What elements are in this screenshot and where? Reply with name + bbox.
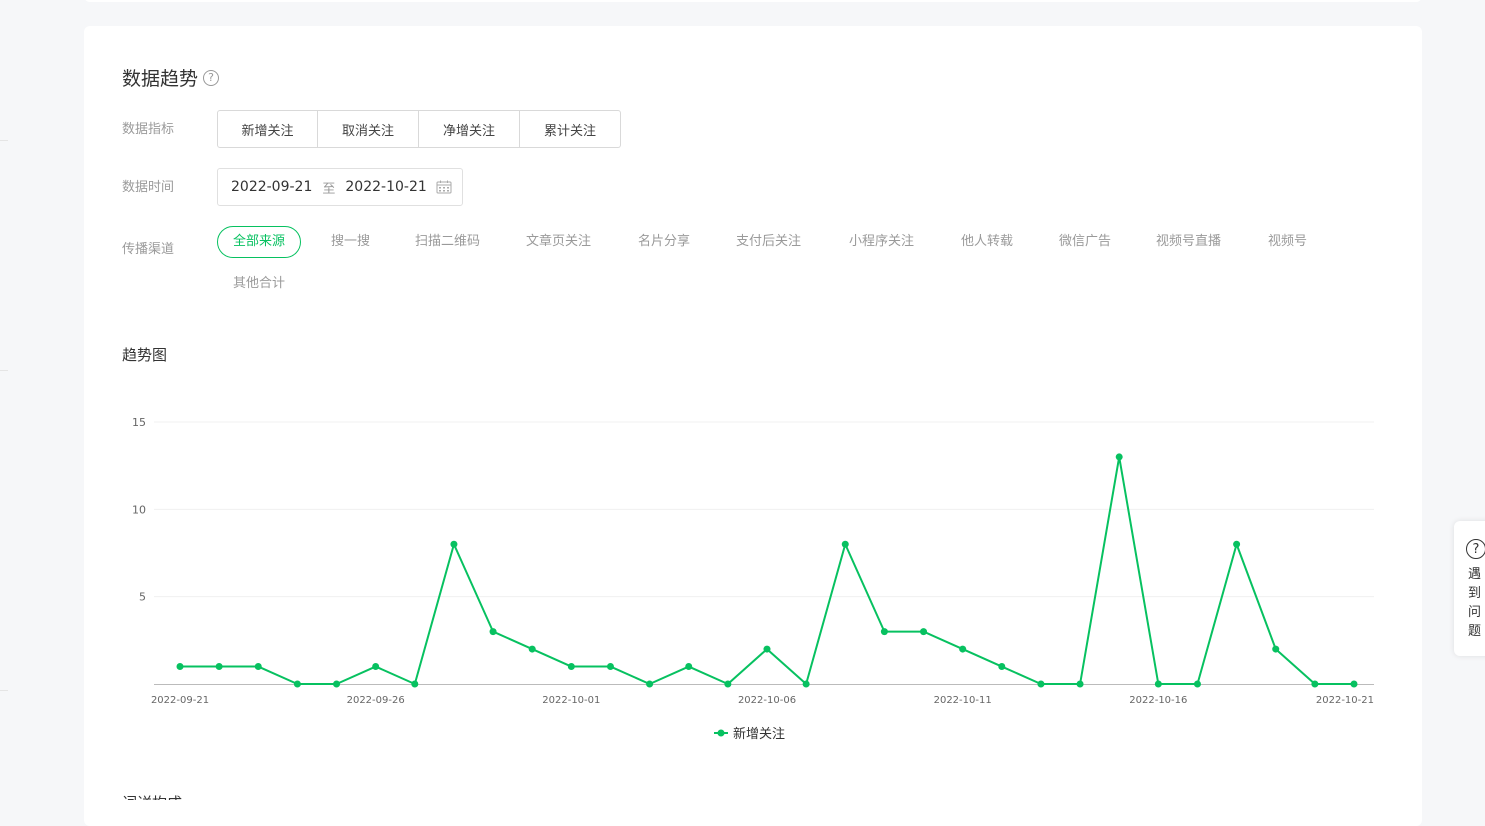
data-point	[411, 680, 419, 688]
data-point	[959, 645, 967, 653]
data-point	[372, 663, 380, 671]
channel-chip-card-share[interactable]: 名片分享	[638, 226, 690, 258]
calendar-icon[interactable]	[436, 180, 452, 198]
channel-chip-all[interactable]: 全部来源	[217, 226, 302, 258]
data-point	[528, 645, 536, 653]
data-point	[1115, 453, 1123, 461]
metric-selector: 新增关注 取消关注 净增关注 累计关注	[217, 110, 621, 148]
question-circle-icon[interactable]: ?	[203, 69, 220, 86]
channel-chip-repost[interactable]: 他人转载	[961, 226, 1013, 258]
data-point	[1076, 680, 1084, 688]
x-tick-label: 2022-10-11	[934, 695, 992, 706]
section-title: 数据趋势 ?	[122, 64, 220, 91]
data-point	[724, 680, 732, 688]
channel-label: 传播渠道	[122, 242, 175, 257]
sidebar-edge-divider	[0, 370, 8, 371]
data-point	[1350, 680, 1358, 688]
x-tick-label: 2022-10-21	[1316, 695, 1374, 706]
data-point	[880, 628, 888, 636]
next-section-title: 词详构成	[122, 792, 182, 800]
metric-button-net-follow[interactable]: 净增关注	[419, 110, 520, 148]
channel-chip-channels-live[interactable]: 视频号直播	[1156, 226, 1221, 258]
y-tick-label: 5	[139, 591, 146, 604]
trend-line-chart: 5 10 15 2022-09-21 2022-09-26 2022-10-01 2022-…	[132, 416, 1374, 742]
channel-chip-miniprogram[interactable]: 小程序关注	[849, 226, 914, 258]
data-point	[489, 628, 497, 636]
data-point	[1311, 680, 1319, 688]
date-end[interactable]: 2022-10-21	[345, 179, 426, 195]
help-float-panel[interactable]: ? 遇到问题	[1454, 521, 1485, 656]
data-point	[254, 663, 262, 671]
section-title-text: 数据趋势	[122, 68, 199, 90]
data-point	[998, 663, 1006, 671]
channel-chip-article[interactable]: 文章页关注	[526, 226, 591, 258]
x-tick-label: 2022-10-06	[738, 695, 796, 706]
legend-point-marker	[717, 729, 725, 737]
data-point	[1272, 645, 1280, 653]
date-start[interactable]: 2022-09-21	[231, 179, 312, 195]
metric-button-new-follow[interactable]: 新增关注	[217, 110, 318, 148]
channel-chip-wechat-ad[interactable]: 微信广告	[1059, 226, 1111, 258]
x-tick-label: 2022-10-01	[542, 695, 600, 706]
data-point	[176, 663, 184, 671]
data-point	[841, 540, 849, 548]
data-point	[646, 680, 654, 688]
metric-label: 数据指标	[122, 122, 175, 137]
question-circle-icon[interactable]: ?	[1466, 539, 1485, 559]
metric-button-unfollow[interactable]: 取消关注	[318, 110, 419, 148]
data-point	[606, 663, 614, 671]
legend-label: 新增关注	[733, 726, 785, 742]
channel-chip-qrcode[interactable]: 扫描二维码	[415, 226, 480, 258]
data-point	[293, 680, 301, 688]
date-range-picker[interactable]: 2022-09-21 至 2022-10-21	[217, 168, 463, 206]
data-point	[215, 663, 223, 671]
data-point	[450, 540, 458, 548]
metric-button-total-follow[interactable]: 累计关注	[520, 110, 621, 148]
data-trend-card: 数据趋势 ? 数据指标 新增关注 取消关注 净增关注 累计关注 数据时间 202…	[84, 26, 1422, 826]
date-separator: 至	[322, 181, 336, 197]
x-tick-label: 2022-10-16	[1129, 695, 1187, 706]
channel-chip-other[interactable]: 其他合计	[233, 268, 285, 300]
x-tick-label: 2022-09-26	[347, 695, 405, 706]
data-point	[763, 645, 771, 653]
data-point	[802, 680, 810, 688]
data-point	[920, 628, 928, 636]
sidebar-edge-divider	[0, 140, 8, 141]
chart-title: 趋势图	[122, 346, 168, 364]
data-point	[1233, 540, 1241, 548]
data-point	[1037, 680, 1045, 688]
channel-chip-channels[interactable]: 视频号	[1268, 226, 1307, 258]
channel-chip-search[interactable]: 搜一搜	[331, 226, 370, 258]
data-point	[1193, 680, 1201, 688]
y-tick-label: 15	[132, 416, 146, 429]
previous-card-bottom	[84, 0, 1422, 2]
data-point	[1154, 680, 1162, 688]
channel-chip-payment[interactable]: 支付后关注	[736, 226, 801, 258]
data-point	[333, 680, 341, 688]
data-point	[567, 663, 575, 671]
sidebar-edge-divider	[0, 690, 8, 691]
data-point	[685, 663, 693, 671]
help-float-text[interactable]: 遇到问题	[1468, 565, 1484, 641]
y-tick-label: 10	[132, 503, 146, 516]
x-tick-label: 2022-09-21	[151, 695, 209, 706]
time-label: 数据时间	[122, 180, 175, 195]
